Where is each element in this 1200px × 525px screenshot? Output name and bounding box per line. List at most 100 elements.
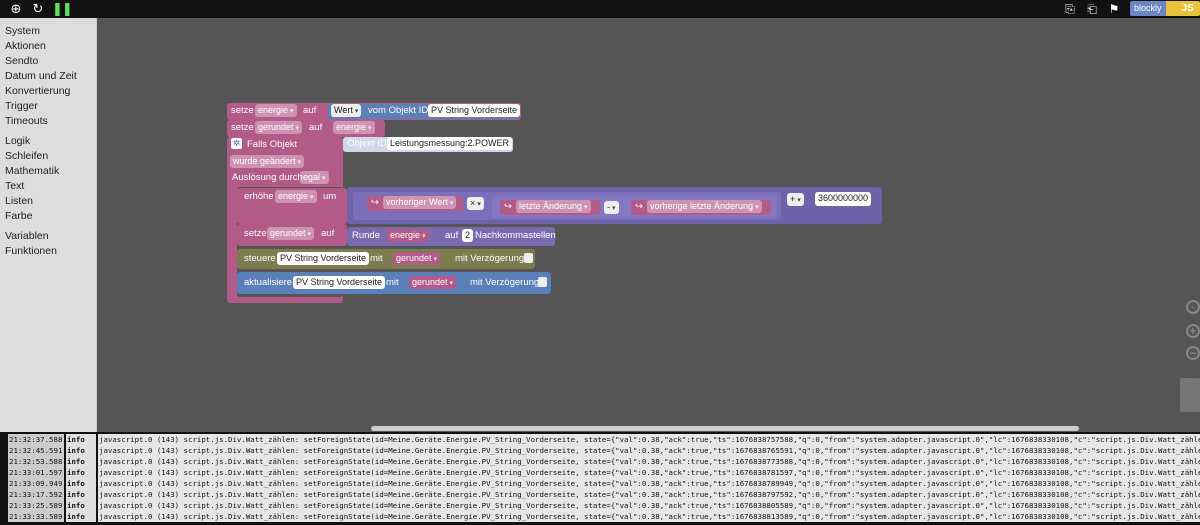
log-lvl: info (66, 467, 96, 478)
minus-operator[interactable]: - ▾ (604, 201, 619, 214)
toolbox-category[interactable]: Listen (0, 194, 96, 209)
update-value-dropdown[interactable]: gerundet ▾ (409, 276, 457, 289)
times-operator[interactable]: × ▾ (467, 197, 484, 210)
refresh-icon[interactable]: ↻ (30, 1, 46, 17)
return-arrow-icon: ↪ (371, 197, 379, 208)
prev-last-change-block[interactable]: ↪ vorherige letzte Änderung ▾ (631, 200, 771, 215)
log-row: 21:32:45.591 info javascript.0 (143) scrip… (8, 445, 1200, 456)
value-dropdown[interactable]: Wert ▾ (331, 104, 362, 117)
last-change-dropdown[interactable]: letzte Änderung ▾ (516, 200, 591, 213)
toolbox-category[interactable]: Schleifen (0, 149, 96, 164)
toolbox-category[interactable]: Timeouts (0, 114, 96, 129)
settings-gear-icon[interactable]: ✲ (231, 138, 242, 149)
log-row: 21:33:01.597 info javascript.0 (143) scrip… (8, 467, 1200, 478)
plus-operator[interactable]: + ▾ (787, 193, 804, 206)
debug-icon[interactable]: ⚑ (1106, 1, 1122, 17)
number-field[interactable]: 3600000000 (815, 192, 872, 206)
set-gerundet-round-block[interactable]: setze gerundet ▾ auf (237, 224, 347, 246)
control-block[interactable]: steuere PV String Vorderseite mit gerund… (237, 249, 535, 269)
changed-dropdown[interactable]: wurde geändert ▾ (230, 155, 305, 168)
toolbox-category[interactable]: System (0, 24, 96, 39)
prev-value-block[interactable]: ↪ vorheriger Wert ▾ (367, 196, 463, 211)
log-ts: 21:33:25.589 (8, 500, 64, 511)
toolbox-category[interactable]: Aktionen (0, 39, 96, 54)
digits-field[interactable]: 2 (462, 229, 474, 242)
toolbox-category[interactable]: Datum und Zeit (0, 69, 96, 84)
increase-block[interactable]: erhöhe energie ▾ um (237, 188, 347, 224)
blockly-toolbox: System Aktionen Sendto Datum und Zeit Konver… (0, 18, 97, 432)
log-msg: javascript.0 (143) script.js.Div.Watt_zä… (98, 511, 1200, 522)
update-object-field[interactable]: PV String Vorderseite (293, 276, 386, 289)
zoom-out-icon[interactable]: − (1186, 346, 1200, 360)
from-object-label: vom Objekt ID (368, 105, 429, 116)
object-id-block[interactable]: Objekt ID Leistungsmessung:2.POWER (343, 137, 513, 152)
log-msg: javascript.0 (143) script.js.Div.Watt_zä… (98, 467, 1200, 478)
object-id-label: Objekt ID (347, 138, 387, 149)
toolbox-category[interactable]: Logik (0, 134, 96, 149)
trigger-object-field[interactable]: Leistungsmessung:2.POWER (387, 137, 513, 150)
control-value-dropdown[interactable]: gerundet ▾ (393, 252, 441, 265)
toolbox-category[interactable]: Farbe (0, 209, 96, 224)
control-object-field[interactable]: PV String Vorderseite (277, 252, 370, 265)
set-label: setze (244, 228, 267, 239)
mode-blockly-tab[interactable]: blockly (1130, 1, 1166, 16)
var-get-dropdown[interactable]: energie ▾ (333, 121, 375, 134)
zoom-center-icon[interactable]: · (1186, 300, 1200, 314)
log-ts: 21:32:45.591 (8, 445, 64, 456)
delay-checkbox[interactable] (524, 253, 533, 263)
import-icon[interactable]: ⎗ (1084, 1, 1100, 17)
toolbox-category[interactable]: Text (0, 179, 96, 194)
var-dropdown[interactable]: gerundet ▾ (267, 227, 315, 240)
changed-row: wurde geändert ▾ (230, 155, 310, 169)
toolbox-category[interactable]: Funktionen (0, 244, 96, 259)
prev-last-change-dropdown[interactable]: vorherige letzte Änderung ▾ (647, 200, 762, 213)
return-arrow-icon: ↪ (635, 201, 643, 212)
mode-divider (1165, 1, 1176, 16)
increase-label: erhöhe (244, 191, 274, 202)
log-lvl: info (66, 511, 96, 522)
log-ts: 21:32:53.588 (8, 456, 64, 467)
export-icon[interactable]: ⎘ (1062, 1, 1078, 17)
get-value-block[interactable]: Wert ▾ vom Objekt ID PV String Vorderseit… (328, 104, 521, 119)
log-row: 21:33:09.949 info javascript.0 (143) scrip… (8, 478, 1200, 489)
by-label: um (323, 191, 337, 202)
zoom-in-icon[interactable]: + (1186, 324, 1200, 338)
to-label: auf (321, 228, 335, 239)
trigger-source-row: Auslösung durch egal ▾ (230, 171, 340, 185)
update-block[interactable]: aktualisiere PV String Vorderseite mit g… (237, 272, 551, 294)
to-label: auf (303, 105, 317, 116)
trash-icon[interactable] (1180, 378, 1200, 412)
set-gerundet-block[interactable]: setze gerundet ▾ auf energie ▾ (227, 120, 385, 137)
log-lvl: info (66, 445, 96, 456)
round-block[interactable]: Runde energie ▾ auf 2 Nachkommastellen (347, 227, 556, 246)
workspace-scrollbar[interactable] (371, 426, 1079, 431)
target-icon[interactable]: ⊕ (8, 1, 24, 17)
to-label: auf (309, 122, 323, 133)
trigger-source-label: Auslösung durch (232, 172, 303, 183)
mode-switch: blockly JS (1130, 1, 1200, 16)
var-dropdown[interactable]: gerundet ▾ (255, 121, 303, 134)
mode-js-tab[interactable]: JS (1175, 1, 1200, 16)
var-dropdown[interactable]: energie ▾ (275, 190, 317, 203)
log-lvl: info (66, 456, 96, 467)
delay-label: mit Verzögerung (455, 253, 525, 264)
last-change-block[interactable]: ↪ letzte Änderung ▾ (500, 200, 600, 215)
log-msg: javascript.0 (143) script.js.Div.Watt_zä… (98, 434, 1200, 445)
log-lvl: info (66, 434, 96, 445)
trigger-header[interactable]: ✲ Falls Objekt (227, 137, 343, 154)
prev-value-dropdown[interactable]: vorheriger Wert ▾ (383, 196, 457, 209)
set-label: setze (231, 122, 254, 133)
delay-checkbox[interactable] (538, 277, 547, 287)
toolbox-category[interactable]: Konvertierung (0, 84, 96, 99)
toolbox-category[interactable]: Mathematik (0, 164, 96, 179)
toolbox-category[interactable]: Variablen (0, 229, 96, 244)
object-id-field[interactable]: PV String Vorderseite (428, 104, 521, 117)
toolbox-category[interactable]: Sendto (0, 54, 96, 69)
trigger-source-dropdown[interactable]: egal ▾ (300, 171, 329, 184)
round-var-dropdown[interactable]: energie ▾ (387, 229, 429, 242)
toolbox-category[interactable]: Trigger (0, 99, 96, 114)
pause-icon[interactable]: ❚❚ (52, 1, 73, 17)
log-row: 21:32:37.588 info javascript.0 (143) scrip… (8, 434, 1200, 445)
var-dropdown[interactable]: energie ▾ (255, 104, 297, 117)
log-ts: 21:33:09.949 (8, 478, 64, 489)
